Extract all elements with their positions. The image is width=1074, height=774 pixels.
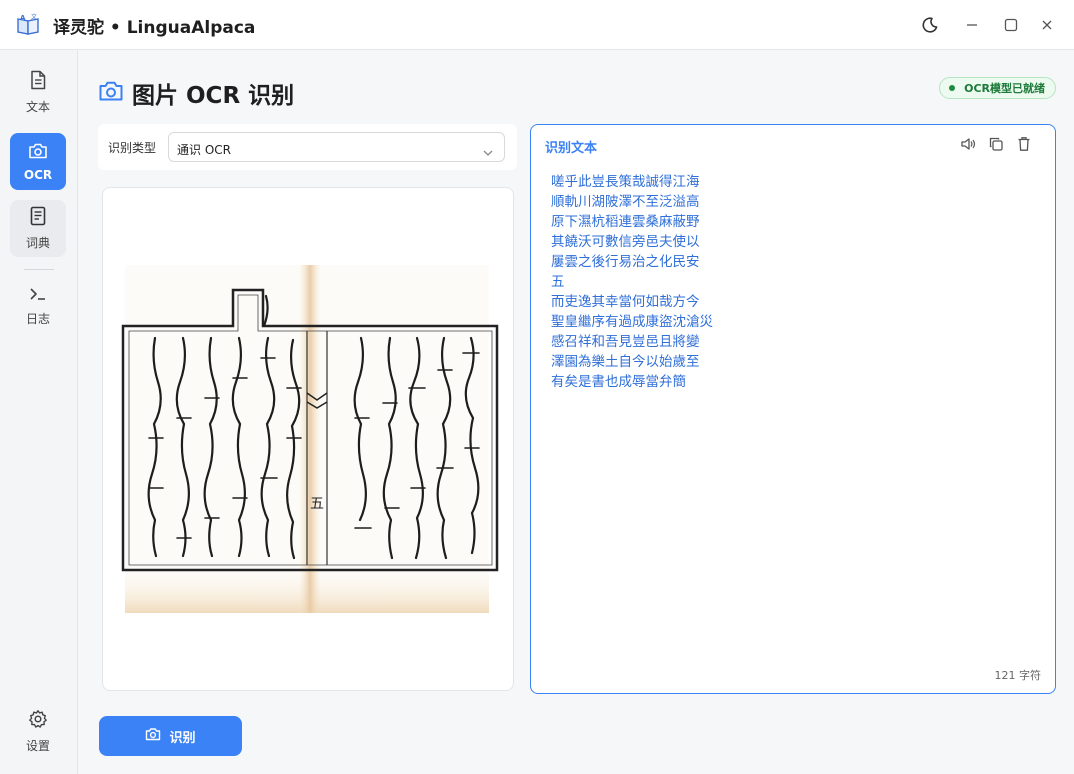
sidebar-item-dictionary[interactable]: 词典 bbox=[10, 200, 66, 257]
chevron-down-icon bbox=[482, 143, 494, 162]
sidebar-item-label: 日志 bbox=[25, 312, 50, 326]
camera-icon bbox=[98, 80, 124, 106]
text-line: 順軌川湖陂澤不至泛溢高 bbox=[551, 194, 700, 210]
speaker-icon[interactable] bbox=[959, 135, 977, 153]
recognized-text-area[interactable]: 嗟乎此豈長策哉誠得江海 順軌川湖陂澤不至泛溢高 原下濕杭稻連雲桑麻蔽野 其饒沃可… bbox=[551, 172, 1031, 392]
scanned-page-image: 五 bbox=[121, 265, 499, 613]
recognition-type-value: 通识 OCR bbox=[177, 143, 231, 157]
page-number-glyph: 五 bbox=[310, 496, 324, 512]
recognition-type-label: 识别类型 bbox=[108, 141, 157, 155]
text-line: 有矣是書也成辱當弁簡 bbox=[551, 374, 686, 390]
copy-icon[interactable] bbox=[987, 135, 1005, 153]
camera-icon bbox=[145, 727, 169, 745]
maximize-icon[interactable] bbox=[1000, 14, 1022, 36]
text-line: 嗟乎此豈長策哉誠得江海 bbox=[551, 174, 700, 190]
sidebar-item-label: 文本 bbox=[25, 100, 50, 114]
recognized-text-title: 识别文本 bbox=[545, 141, 598, 156]
close-icon[interactable] bbox=[1036, 14, 1058, 36]
sidebar: 文本 OCR 词典 日志 设置 bbox=[0, 50, 78, 774]
title-bar: A 文 译灵驼 • LinguaAlpaca bbox=[0, 0, 1074, 50]
app-title: 译灵驼 • LinguaAlpaca bbox=[53, 18, 256, 38]
image-preview-panel[interactable]: 五 bbox=[102, 187, 514, 691]
sidebar-item-text[interactable]: 文本 bbox=[10, 64, 66, 121]
minimize-icon[interactable] bbox=[961, 14, 983, 36]
sidebar-item-label: 词典 bbox=[25, 236, 50, 250]
character-count: 121 字符 bbox=[994, 669, 1042, 682]
recognize-button[interactable]: 识别 bbox=[99, 716, 242, 756]
status-dot bbox=[949, 85, 956, 91]
trash-icon[interactable] bbox=[1015, 135, 1033, 153]
svg-text:A: A bbox=[20, 14, 26, 22]
recognition-type-select[interactable]: 通识 OCR bbox=[168, 132, 505, 162]
recognition-type-row: 识别类型 通识 OCR bbox=[98, 124, 517, 170]
status-badge: OCR模型已就绪 bbox=[939, 77, 1056, 99]
text-line: 屢雲之後行易治之化民安 bbox=[551, 254, 700, 270]
sidebar-item-logs[interactable]: 日志 bbox=[10, 278, 66, 335]
app-logo-icon: A 文 bbox=[16, 13, 40, 37]
sidebar-item-settings[interactable]: 设置 bbox=[10, 703, 66, 760]
book-icon bbox=[29, 206, 47, 230]
sidebar-divider bbox=[24, 269, 54, 270]
recognized-text-panel: 识别文本 嗟乎此豈長策哉誠得江海 順軌川湖陂澤不至泛溢高 原下濕杭稻連雲桑麻蔽野… bbox=[530, 124, 1056, 694]
text-line: 聖皇繼序有過成康盜沈滄災 bbox=[551, 314, 713, 330]
document-icon bbox=[29, 70, 47, 94]
text-line: 其饒沃可數信旁邑夫使以 bbox=[551, 234, 700, 250]
text-line: 而吏逸其幸當何如哉方今 bbox=[551, 294, 700, 310]
sidebar-item-ocr[interactable]: OCR bbox=[10, 133, 66, 190]
camera-icon bbox=[28, 142, 48, 164]
main-content: 图片 OCR 识别 OCR模型已就绪 识别类型 通识 OCR 五 识别文本 嗟乎… bbox=[78, 50, 1074, 774]
status-badge-label: OCR模型已就绪 bbox=[964, 82, 1045, 95]
text-line: 感召祥和吾見豈邑且將變 bbox=[551, 334, 700, 350]
text-line: 原下濕杭稻連雲桑麻蔽野 bbox=[551, 214, 700, 230]
text-line: 澤園為樂土自今以始歲至 bbox=[551, 354, 700, 370]
sidebar-item-label: 设置 bbox=[25, 739, 50, 753]
text-line: 五 bbox=[551, 274, 565, 290]
svg-text:文: 文 bbox=[31, 13, 37, 21]
terminal-icon bbox=[28, 286, 48, 306]
moon-icon[interactable] bbox=[919, 14, 941, 36]
page-header: 图片 OCR 识别 bbox=[98, 76, 294, 110]
sidebar-item-label: OCR bbox=[23, 167, 53, 182]
gear-icon bbox=[28, 709, 48, 733]
page-title: 图片 OCR 识别 bbox=[132, 83, 295, 109]
recognize-button-label: 识别 bbox=[169, 730, 196, 746]
